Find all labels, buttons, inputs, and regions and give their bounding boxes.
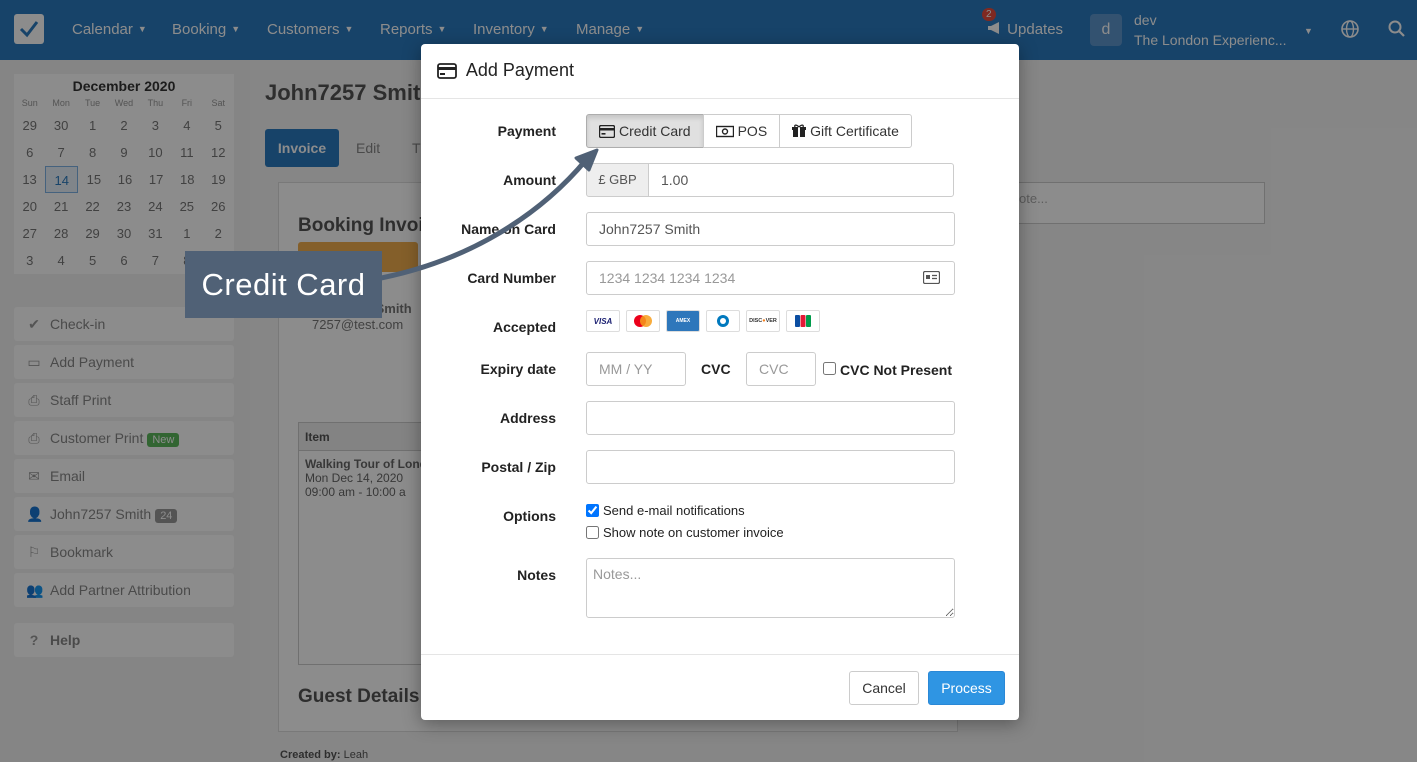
add-payment-modal: Add Payment Payment Credit Card POS Gift… [421,44,1019,720]
accepted-label: Accepted [492,319,556,335]
method-label: Gift Certificate [810,123,899,139]
discover-card-icon: DISC ● VER [746,310,780,332]
address-label: Address [499,410,556,426]
amount-input[interactable] [648,163,954,197]
credit-card-method-button[interactable]: Credit Card [586,114,704,148]
gift-certificate-method-button[interactable]: Gift Certificate [779,114,912,148]
credit-card-icon [437,62,457,79]
send-email-label: Send e-mail notifications [603,503,745,518]
credit-card-icon [599,125,615,138]
method-label: Credit Card [619,123,691,139]
send-email-option: Send e-mail notifications [586,503,745,518]
modal-title: Add Payment [465,60,574,80]
card-number-input[interactable] [586,261,955,295]
payment-label: Payment [497,123,556,139]
amex-card-icon: AMEX [666,310,700,332]
pos-method-button[interactable]: POS [702,114,781,148]
show-note-option: Show note on customer invoice [586,525,784,540]
credit-card-callout: Credit Card [185,251,382,318]
card-number-label: Card Number [467,270,556,286]
diners-card-icon [706,310,740,332]
jcb-card-icon [786,310,820,332]
mastercard-card-icon [626,310,660,332]
postal-input[interactable] [586,450,955,484]
money-bill-icon [715,125,734,138]
name-on-card-input[interactable] [586,212,955,246]
currency-addon: £ GBP [586,163,649,197]
notes-label: Notes [517,567,556,583]
modal-footer: Cancel Process [421,654,1019,720]
amount-label: Amount [503,172,556,188]
name-on-card-label: Name on Card [461,221,556,237]
gift-icon [792,124,807,137]
cvc-not-present-label: CVC Not Present [840,362,953,378]
address-input[interactable] [586,401,955,435]
expiry-label: Expiry date [480,361,556,377]
show-note-label: Show note on customer invoice [603,525,784,540]
expiry-input[interactable] [586,352,686,386]
cvc-label: CVC [701,361,731,377]
cvc-input[interactable] [746,352,816,386]
send-email-checkbox[interactable] [586,504,599,517]
process-button[interactable]: Process [928,671,1005,705]
id-card-icon [923,271,940,284]
show-note-checkbox[interactable] [586,526,599,539]
postal-label: Postal / Zip [481,459,556,475]
method-label: POS [737,123,768,139]
notes-textarea[interactable] [586,558,955,618]
visa-card-icon: VISA [586,310,620,332]
payment-method-group: Credit Card POS Gift Certificate [586,114,912,148]
cvc-not-present-checkbox[interactable] [823,362,836,375]
modal-header: Add Payment [421,44,1019,99]
options-label: Options [503,508,556,524]
accepted-cards: VISA AMEX DISC ● VER [586,310,820,332]
cancel-button[interactable]: Cancel [849,671,919,705]
